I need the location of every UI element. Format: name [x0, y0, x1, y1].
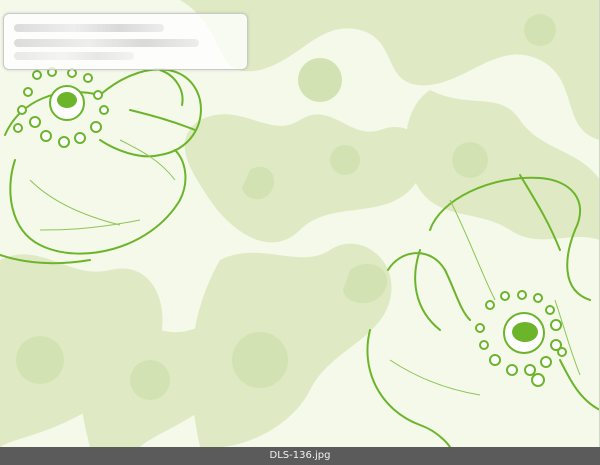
filename-caption: DLS-136.jpg: [269, 450, 331, 461]
filename-caption-bar: DLS-136.jpg: [0, 447, 600, 465]
flower-bottom-right-center: [475, 290, 567, 387]
watermark-banner: [3, 13, 248, 70]
watermark-blur-line: [14, 39, 199, 47]
watermark-blur-line: [14, 52, 134, 60]
image-viewer: DLS-136.jpg: [0, 0, 600, 465]
flower-top-left-veins: [29, 139, 176, 231]
watermark-blur-line: [14, 24, 164, 32]
floral-artwork: [0, 0, 600, 447]
flower-top-left-center: [13, 67, 109, 148]
